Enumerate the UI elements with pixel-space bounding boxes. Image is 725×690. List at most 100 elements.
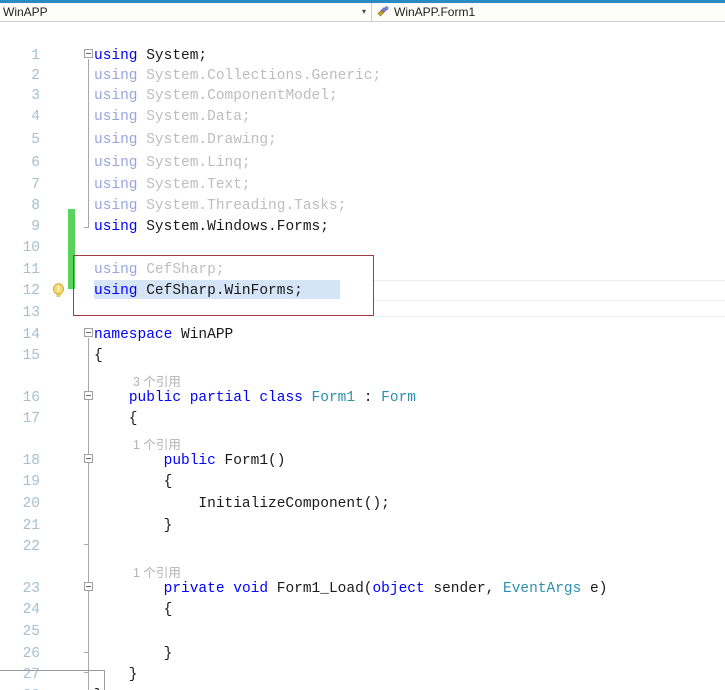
line-number: 1 [31,48,40,64]
navigation-bar: WinAPP ▾ WinAPP.Form1 [0,3,725,22]
code-text[interactable]: using System.Data; [94,107,251,127]
code-line[interactable]: 28} [0,686,725,690]
code-token: System.ComponentModel; [146,88,338,104]
code-token: using [94,109,147,125]
code-text[interactable]: { [94,600,173,620]
line-number: 19 [22,474,40,490]
code-token: using [94,155,147,171]
code-text[interactable]: namespace WinAPP [94,325,233,345]
code-text[interactable]: } [94,644,173,664]
code-editor[interactable]: 1 using System; 2 using System.Collections.… [0,22,725,690]
code-text[interactable]: { [94,472,173,492]
code-line[interactable]: 4 using System.Data; [0,107,725,127]
code-token: Form1() [224,453,286,469]
line-number: 5 [31,132,40,148]
code-line[interactable]: 9 using System.Windows.Forms; [0,217,725,237]
code-line[interactable]: 16 public partial class Form1 : Form [0,388,725,408]
code-token: { [94,474,173,490]
code-text[interactable]: using System.Linq; [94,153,251,173]
code-token: Form [381,390,416,406]
codelens-reference-count[interactable]: 3 个引用 [133,371,181,390]
code-line[interactable]: 3 using System.ComponentModel; [0,86,725,106]
chevron-down-icon[interactable]: ▾ [357,8,371,16]
code-line[interactable]: 2 using System.Collections.Generic; [0,66,725,86]
code-line[interactable]: 26 } [0,644,725,664]
line-number: 23 [22,581,40,597]
code-line[interactable]: 23 private void Form1_Load(object sender… [0,579,725,599]
code-text[interactable]: using System.Text; [94,175,251,195]
code-line[interactable]: 20 InitializeComponent(); [0,494,725,514]
code-line[interactable]: 19 { [0,472,725,492]
member-navigation-label: WinAPP.Form1 [394,5,476,19]
line-number: 3 [31,88,40,104]
code-text[interactable]: InitializeComponent(); [94,494,389,514]
code-token: System.Collections.Generic; [146,68,382,84]
code-line[interactable]: 7 using System.Text; [0,175,725,195]
line-number: 18 [22,453,40,469]
code-line[interactable]: 5 using System.Drawing; [0,130,725,150]
code-line[interactable]: 25 [0,622,725,642]
code-token: { [94,348,103,364]
line-number: 15 [22,348,40,364]
code-line[interactable]: 17 { [0,409,725,429]
code-token: using [94,198,147,214]
code-token: using [94,177,147,193]
code-line[interactable]: 8 using System.Threading.Tasks; [0,196,725,216]
line-number: 2 [31,68,40,84]
code-line[interactable]: 1 using System; [0,46,725,66]
line-number: 16 [22,390,40,406]
code-line[interactable]: 27 } [0,665,725,685]
code-line[interactable]: 24 { [0,600,725,620]
code-text[interactable]: using System.Collections.Generic; [94,66,381,86]
code-text[interactable]: } [94,516,173,536]
code-token: e) [581,581,608,597]
code-text[interactable]: using System; [94,46,207,66]
code-token: } [94,646,173,662]
line-number: 26 [22,646,40,662]
code-token: : [355,390,382,406]
code-token: using [94,219,147,235]
code-token: { [94,602,173,618]
code-line[interactable]: 15 { [0,346,725,366]
codelens-reference-count[interactable]: 1 个引用 [133,562,181,581]
code-token: WinAPP [181,327,234,343]
code-line[interactable]: 22 [0,537,725,557]
code-token: private void [163,581,277,597]
code-text[interactable]: using System.Drawing; [94,130,277,150]
type-navigation-dropdown[interactable]: WinAPP ▾ [0,3,372,21]
code-text[interactable]: { [94,346,103,366]
line-number: 21 [22,518,40,534]
code-token: using [94,48,147,64]
code-token: using [94,68,147,84]
line-number: 6 [31,155,40,171]
line-number: 7 [31,177,40,193]
code-token: object [372,581,425,597]
code-text[interactable]: using System.Windows.Forms; [94,217,329,237]
member-navigation-dropdown[interactable]: WinAPP.Form1 [372,3,724,21]
code-text[interactable]: public partial class Form1 : Form [94,388,416,408]
code-token: public partial class [128,390,312,406]
code-text[interactable]: using System.Threading.Tasks; [94,196,346,216]
line-number: 25 [22,624,40,640]
code-text[interactable]: public Form1() [94,451,286,471]
code-line[interactable]: 6 using System.Linq; [0,153,725,173]
line-number: 9 [31,219,40,235]
code-text[interactable]: { [94,409,138,429]
line-number: 13 [22,305,40,321]
line-number: 12 [22,283,40,299]
line-number: 14 [22,327,40,343]
line-number: 10 [22,240,40,256]
code-line[interactable]: 21 } [0,516,725,536]
code-line[interactable]: 18 public Form1() [0,451,725,471]
line-number: 17 [22,411,40,427]
code-token: Form1 [311,390,356,406]
code-token: System.Threading.Tasks; [146,198,347,214]
code-text[interactable]: private void Form1_Load(object sender, E… [94,579,608,599]
code-line[interactable]: 14 namespace WinAPP [0,325,725,345]
code-text[interactable]: using System.ComponentModel; [94,86,338,106]
line-number: 11 [22,262,40,278]
code-token: using [94,88,147,104]
codelens-reference-count[interactable]: 1 个引用 [133,434,181,453]
